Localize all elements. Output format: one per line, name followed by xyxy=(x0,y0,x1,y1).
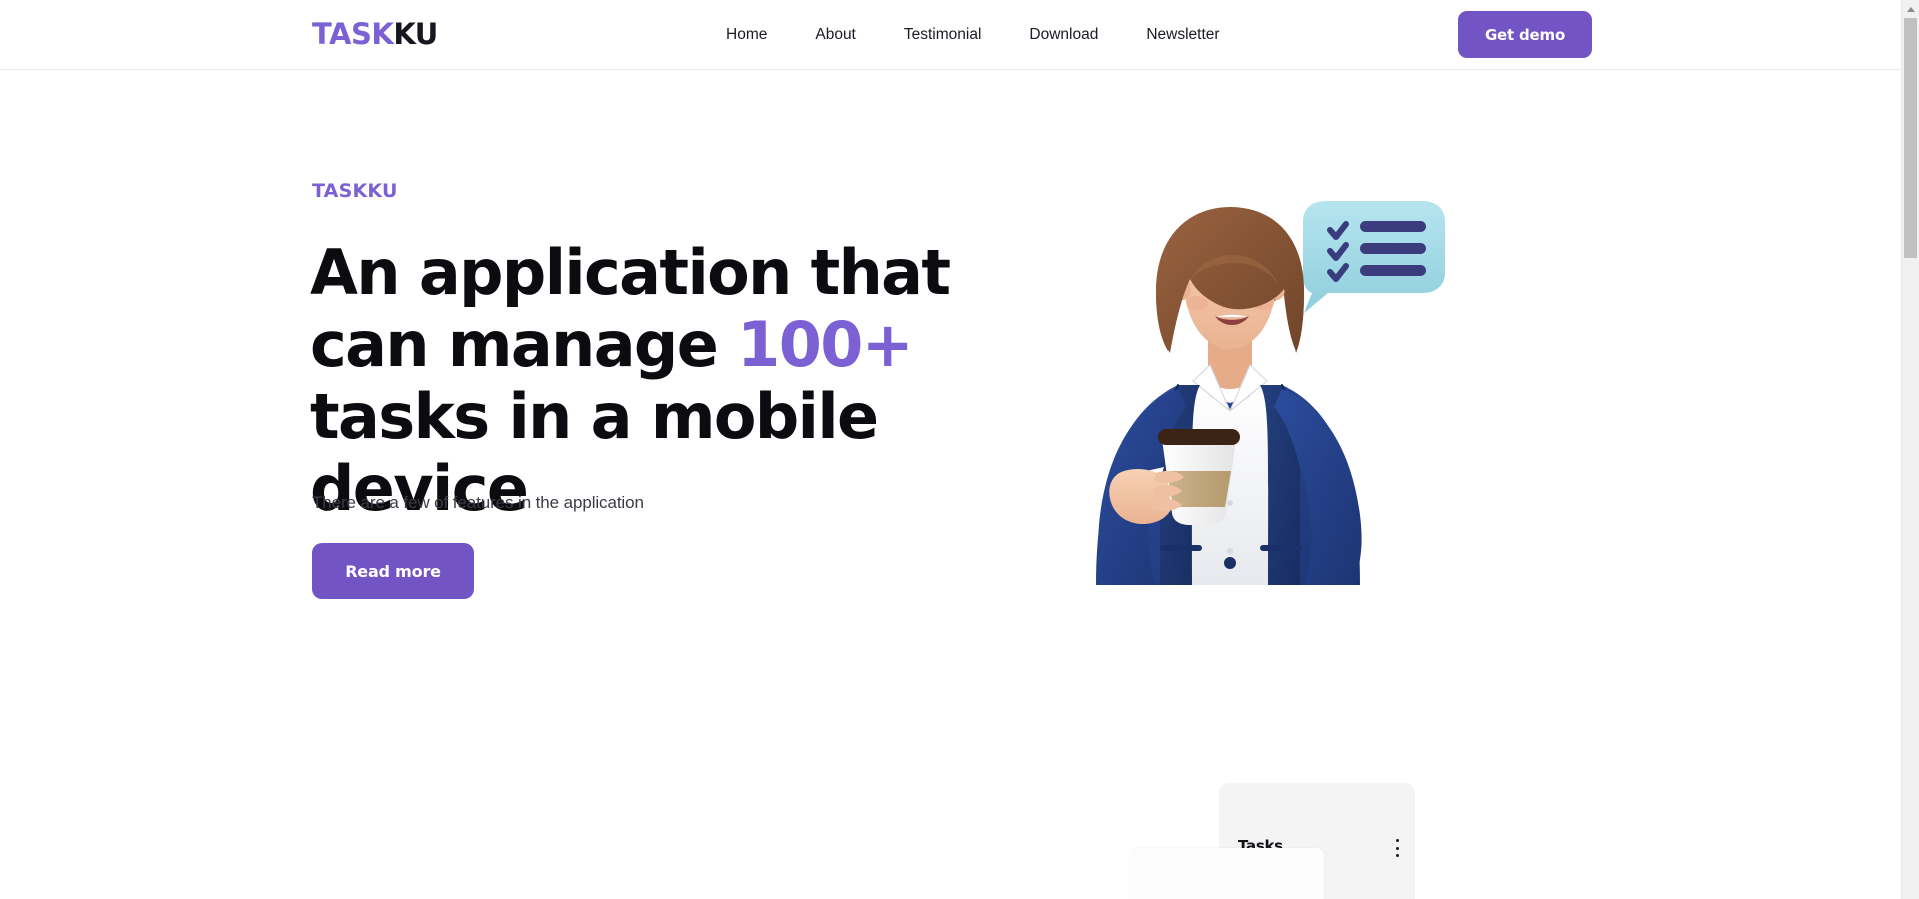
kebab-dot xyxy=(1395,854,1399,857)
brand-logo-secondary: KU xyxy=(393,17,438,51)
hero-title: An application that can manage 100+ task… xyxy=(310,237,990,525)
read-more-button[interactable]: Read more xyxy=(312,543,474,599)
get-demo-button[interactable]: Get demo xyxy=(1458,11,1592,58)
scroll-up-arrow-icon[interactable] xyxy=(1902,2,1919,16)
hero-eyebrow: TASKKU xyxy=(312,180,398,202)
nav-item-home[interactable]: Home xyxy=(726,20,791,50)
hero-subtitle: There are a few of features in the appli… xyxy=(312,493,644,512)
hero-title-highlight: 100+ xyxy=(737,308,914,381)
kebab-dot xyxy=(1395,846,1399,850)
kebab-menu-icon[interactable] xyxy=(1395,839,1399,857)
hero-illustration xyxy=(1060,185,1460,585)
nav-item-newsletter[interactable]: Newsletter xyxy=(1122,20,1243,50)
brand-logo-primary: TASK xyxy=(312,17,394,51)
kebab-dot xyxy=(1395,839,1399,842)
brand-logo[interactable]: TASKKU xyxy=(312,14,438,54)
checklist-speech-bubble xyxy=(1303,201,1445,313)
page-root: TASKKU Home About Testimonial Download N… xyxy=(0,0,1919,899)
nav-item-about[interactable]: About xyxy=(791,20,880,50)
main-navigation: Home About Testimonial Download Newslett… xyxy=(726,20,1244,50)
page-scrollbar[interactable] xyxy=(1901,0,1919,899)
site-header: TASKKU Home About Testimonial Download N… xyxy=(0,0,1901,70)
overlay-card xyxy=(1130,848,1324,899)
scroll-thumb[interactable] xyxy=(1904,18,1917,258)
nav-item-testimonial[interactable]: Testimonial xyxy=(880,20,1006,50)
nav-item-download[interactable]: Download xyxy=(1005,20,1122,50)
